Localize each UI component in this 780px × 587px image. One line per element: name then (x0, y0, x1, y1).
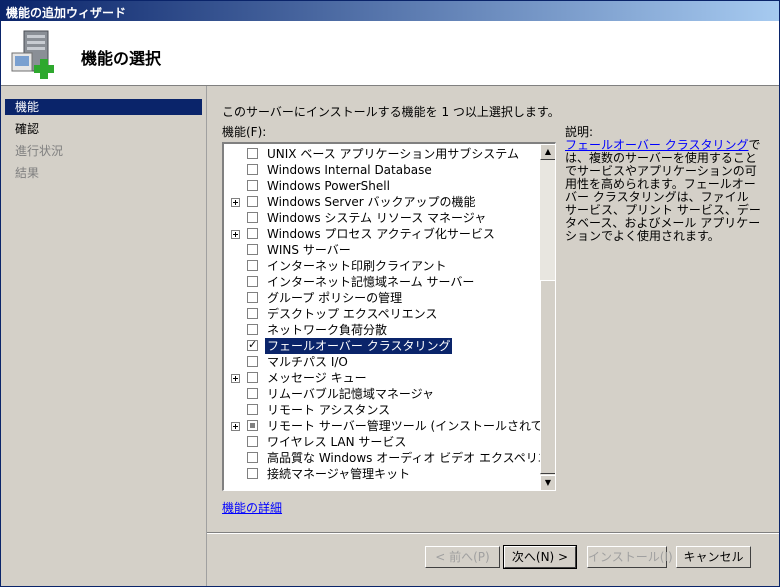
feature-label[interactable]: Windows プロセス アクティブ化サービス (265, 226, 497, 242)
page-title: 機能の選択 (81, 49, 162, 68)
feature-checkbox[interactable] (247, 148, 258, 159)
feature-checkbox[interactable] (247, 164, 258, 175)
feature-row[interactable]: WINS サーバー (224, 242, 534, 258)
feature-row[interactable]: メッセージ キュー (224, 370, 534, 386)
feature-label[interactable]: Windows Internal Database (265, 162, 434, 178)
feature-label[interactable]: グループ ポリシーの管理 (265, 290, 404, 306)
scroll-down-button[interactable]: ▼ (540, 475, 555, 490)
feature-label[interactable]: 接続マネージャ管理キット (265, 466, 412, 482)
feature-checkbox[interactable] (247, 356, 258, 367)
title-bar[interactable]: 機能の追加ウィザード (1, 1, 779, 21)
feature-row[interactable]: Windows プロセス アクティブ化サービス (224, 226, 534, 242)
feature-row[interactable]: UNIX ベース アプリケーション用サブシステム (224, 146, 534, 162)
feature-label[interactable]: Windows システム リソース マネージャ (265, 210, 488, 226)
feature-label[interactable]: メッセージ キュー (265, 370, 369, 386)
expand-plus-icon[interactable] (231, 422, 240, 431)
feature-checkbox[interactable] (247, 338, 258, 351)
feature-row[interactable]: 高品質な Windows オーディオ ビデオ エクスペリエンス (224, 450, 555, 466)
description-link[interactable]: フェールオーバー クラスタリング (565, 138, 748, 152)
feature-checkbox[interactable] (247, 308, 258, 319)
feature-label[interactable]: UNIX ベース アプリケーション用サブシステム (265, 146, 521, 162)
wizard-steps-nav: 機能 確認 進行状況 結果 (1, 86, 207, 586)
nav-item-confirm[interactable]: 確認 (5, 121, 202, 137)
features-tree[interactable]: UNIX ベース アプリケーション用サブシステム Windows Internal… (222, 142, 556, 491)
feature-label[interactable]: インターネット印刷クライアント (265, 258, 449, 274)
feature-label[interactable]: フェールオーバー クラスタリング (265, 338, 453, 354)
nav-item-progress: 進行状況 (15, 144, 64, 158)
feature-row[interactable]: リモート サーバー管理ツール (インストールされています) (224, 418, 555, 434)
feature-label[interactable]: ネットワーク負荷分散 (265, 322, 389, 338)
feature-label[interactable]: リムーバブル記憶域マネージャ (265, 386, 436, 402)
feature-label[interactable]: マルチパス I/O (265, 354, 350, 370)
feature-checkbox[interactable] (247, 324, 258, 335)
feature-checkbox[interactable] (247, 228, 258, 239)
feature-checkbox[interactable] (247, 372, 258, 383)
feature-checkbox[interactable] (247, 292, 258, 303)
description-body: では、複数のサーバーを使用することでサービスやアプリケーションの可用性を高められ… (565, 138, 761, 243)
features-details-link[interactable]: 機能の詳細 (222, 499, 282, 516)
features-scrollbar[interactable]: ▲ ▼ (540, 144, 555, 490)
feature-checkbox[interactable] (247, 468, 258, 479)
feature-checkbox[interactable] (247, 436, 258, 447)
feature-row[interactable]: ネットワーク負荷分散 (224, 322, 534, 338)
feature-checkbox[interactable] (247, 180, 258, 191)
feature-row[interactable]: リモート アシスタンス (224, 402, 534, 418)
feature-checkbox[interactable] (247, 244, 258, 255)
scroll-thumb[interactable] (540, 280, 555, 474)
feature-label[interactable]: デスクトップ エクスペリエンス (265, 306, 439, 322)
footer-separator (207, 532, 779, 534)
feature-row[interactable]: Windows システム リソース マネージャ (224, 210, 534, 226)
feature-label[interactable]: ワイヤレス LAN サービス (265, 434, 408, 450)
feature-row[interactable]: ワイヤレス LAN サービス (224, 434, 534, 450)
feature-row[interactable]: インターネット記憶域ネーム サーバー (224, 274, 534, 290)
feature-checkbox[interactable] (247, 452, 258, 463)
install-button[interactable]: インストール(I) (587, 546, 673, 568)
instruction-text: このサーバーにインストールする機能を 1 つ以上選択します。 (222, 105, 560, 119)
feature-label[interactable]: 高品質な Windows オーディオ ビデオ エクスペリエンス (265, 450, 555, 466)
feature-checkbox[interactable] (247, 260, 258, 271)
expand-plus-icon[interactable] (231, 374, 240, 383)
feature-label[interactable]: リモート アシスタンス (265, 402, 392, 418)
feature-label[interactable]: Windows Server バックアップの機能 (265, 194, 478, 210)
feature-checkbox[interactable] (247, 212, 258, 223)
feature-checkbox[interactable] (247, 388, 258, 399)
window-title: 機能の追加ウィザード (6, 6, 127, 20)
feature-row[interactable]: Windows Internal Database (224, 162, 534, 178)
feature-row[interactable]: グループ ポリシーの管理 (224, 290, 534, 306)
nav-item-results: 結果 (15, 166, 40, 180)
nav-item-features[interactable]: 機能 (5, 99, 202, 115)
feature-row[interactable]: フェールオーバー クラスタリング (224, 338, 534, 354)
feature-checkbox[interactable] (247, 196, 258, 207)
server-add-icon (11, 30, 54, 79)
cancel-button[interactable]: キャンセル (676, 546, 751, 568)
feature-row[interactable]: Windows PowerShell (224, 178, 534, 194)
feature-row[interactable]: マルチパス I/O (224, 354, 534, 370)
feature-checkbox[interactable] (247, 420, 258, 431)
expand-plus-icon[interactable] (231, 198, 240, 207)
feature-row[interactable]: デスクトップ エクスペリエンス (224, 306, 534, 322)
description-text: フェールオーバー クラスタリングでは、複数のサーバーを使用することでサービスやア… (565, 139, 761, 243)
feature-row[interactable]: 接続マネージャ管理キット (224, 466, 534, 482)
scroll-up-button[interactable]: ▲ (540, 144, 555, 160)
feature-row[interactable]: インターネット印刷クライアント (224, 258, 534, 274)
back-button[interactable]: < 前へ(P) (425, 546, 500, 568)
expand-plus-icon[interactable] (231, 230, 240, 239)
feature-label[interactable]: インターネット記憶域ネーム サーバー (265, 274, 476, 290)
feature-label[interactable]: Windows PowerShell (265, 178, 392, 194)
feature-checkbox[interactable] (247, 404, 258, 415)
feature-row[interactable]: リムーバブル記憶域マネージャ (224, 386, 534, 402)
feature-checkbox[interactable] (247, 276, 258, 287)
feature-label[interactable]: リモート サーバー管理ツール (インストールされています) (265, 418, 555, 434)
features-label: 機能(F): (222, 125, 267, 139)
wizard-window: 機能の追加ウィザード 機能の選択 機能 確認 進行状況 結果 このサーバーにイン… (0, 0, 780, 587)
wizard-content: このサーバーにインストールする機能を 1 つ以上選択します。 機能(F): UN… (207, 86, 779, 586)
wizard-header: 機能の選択 (1, 21, 779, 86)
feature-row[interactable]: Windows Server バックアップの機能 (224, 194, 534, 210)
next-button[interactable]: 次へ(N) > (503, 545, 577, 569)
feature-label[interactable]: WINS サーバー (265, 242, 353, 258)
